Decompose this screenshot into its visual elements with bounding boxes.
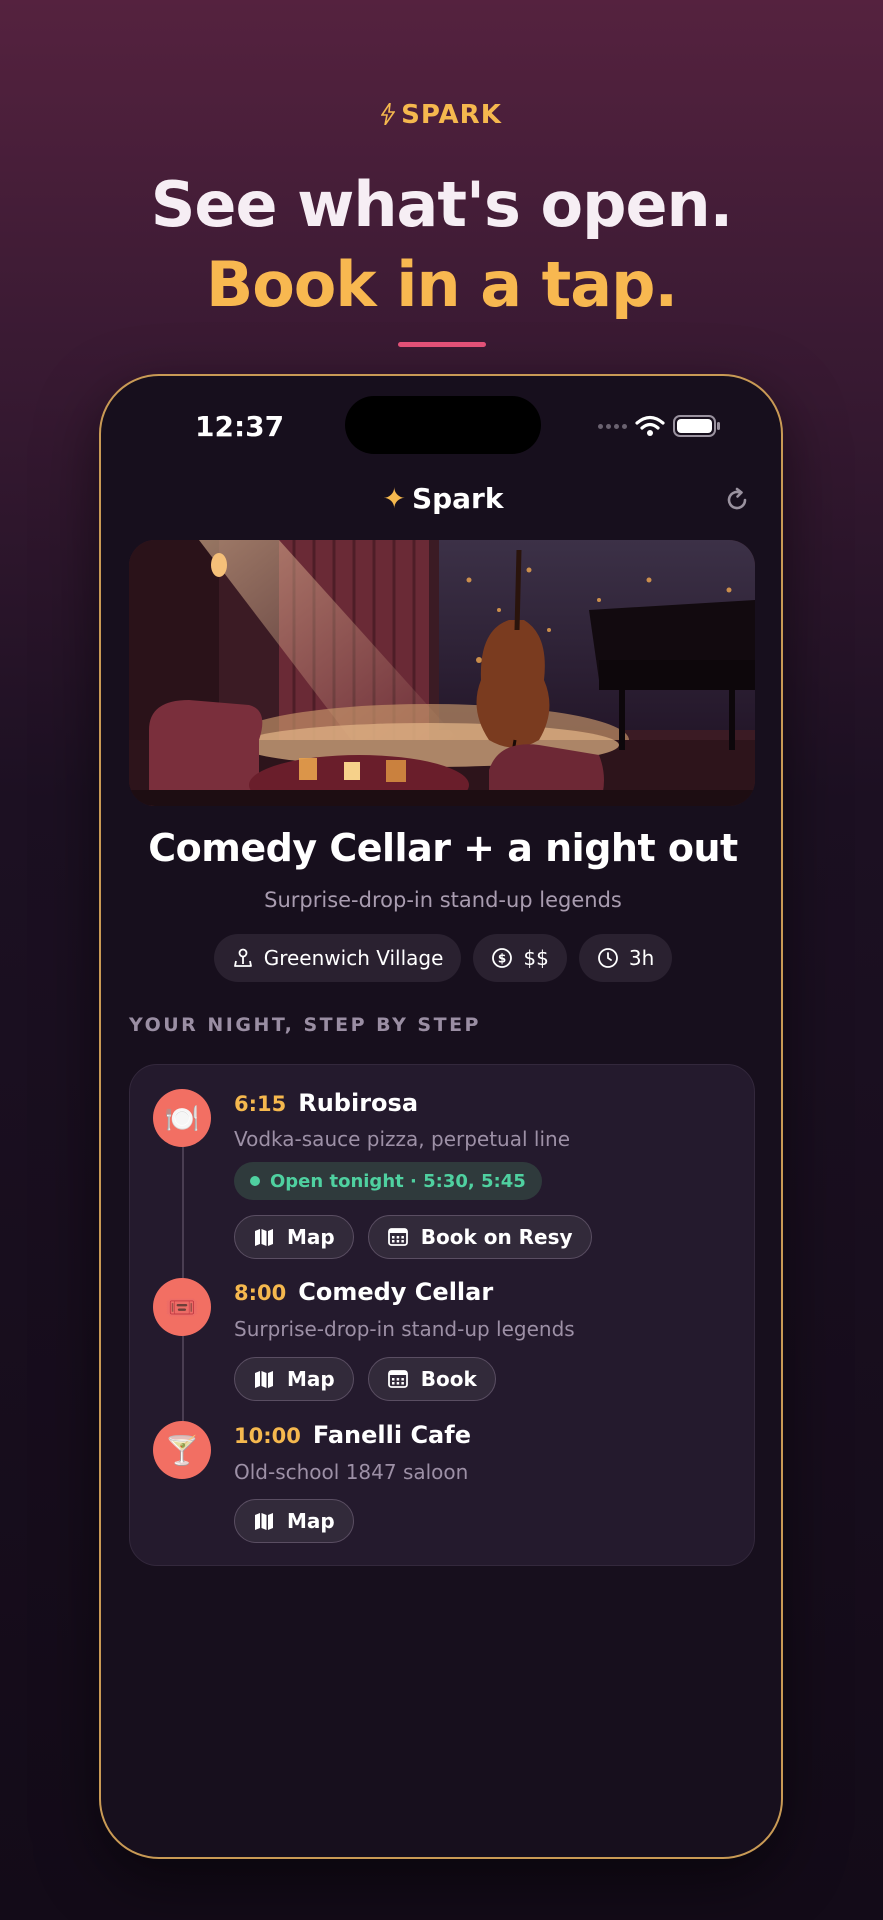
stop-header: 10:00 Fanelli Cafe: [234, 1421, 471, 1449]
calendar-icon: [387, 1370, 408, 1388]
app-name: Spark: [411, 482, 504, 515]
itinerary-card: 🍽️ 6:15 Rubirosa Vodka-sauce pizza, perp…: [129, 1064, 755, 1566]
map-label: Map: [287, 1225, 335, 1249]
map-label: Map: [287, 1509, 335, 1533]
hero-image: [129, 540, 755, 806]
headline-underline: [398, 342, 486, 347]
calendar-icon: [387, 1228, 408, 1246]
status-time: 12:37: [195, 410, 285, 443]
brand-text: SPARK: [401, 100, 502, 130]
stop-header: 8:00 Comedy Cellar: [234, 1278, 493, 1306]
chip-neighborhood[interactable]: Greenwich Village: [213, 934, 462, 982]
cocktail-icon: 🍸: [153, 1421, 211, 1479]
stop-time: 10:00: [234, 1424, 301, 1448]
map-button[interactable]: Map: [234, 1499, 354, 1543]
chip-price[interactable]: $ $$: [473, 934, 567, 982]
stop-name: Comedy Cellar: [298, 1278, 494, 1306]
sparkle-icon: ✦: [382, 482, 406, 515]
stop-time: 6:15: [234, 1092, 287, 1116]
phone-frame: 12:37 ✦ Spark Comedy Cellar + a night ou…: [99, 374, 783, 1859]
dynamic-island: [345, 396, 541, 454]
map-button[interactable]: Map: [234, 1215, 354, 1259]
feature-chips: Greenwich Village $ $$ 3h: [101, 934, 781, 982]
battery-icon: [673, 415, 720, 437]
status-dot-icon: [250, 1176, 260, 1186]
chip-label: $$: [523, 946, 549, 970]
stop-description: Old-school 1847 saloon: [234, 1460, 469, 1484]
book-on-resy-button[interactable]: Book on Resy: [367, 1215, 592, 1259]
stop-time: 8:00: [234, 1281, 287, 1305]
dollar-coin-icon: $: [492, 948, 513, 968]
app-header: ✦ Spark: [101, 482, 781, 515]
stop-description: Surprise-drop-in stand-up legends: [234, 1317, 575, 1341]
stop-actions: Map: [234, 1499, 354, 1543]
book-label: Book: [420, 1367, 477, 1391]
refresh-icon[interactable]: [723, 486, 751, 514]
chip-label: Greenwich Village: [263, 946, 444, 970]
map-button[interactable]: Map: [234, 1357, 354, 1401]
bolt-icon: [381, 103, 396, 125]
status-icons: [598, 414, 721, 438]
wifi-icon: [635, 415, 665, 436]
clock-icon: [597, 948, 618, 968]
stop-name: Rubirosa: [298, 1089, 419, 1117]
ticket-icon: 🎟️: [153, 1278, 211, 1336]
book-label: Book on Resy: [420, 1225, 573, 1249]
availability-text: Open tonight · 5:30, 5:45: [270, 1170, 526, 1192]
signal-icon: [598, 423, 627, 429]
map-icon: [255, 1513, 273, 1530]
stop-description: Vodka-sauce pizza, perpetual line: [234, 1127, 570, 1151]
plate-cutlery-icon: 🍽️: [153, 1089, 211, 1147]
section-label: YOUR NIGHT, STEP BY STEP: [129, 1014, 481, 1036]
headline-line-1: See what's open.: [150, 168, 733, 241]
stop-header: 6:15 Rubirosa: [234, 1089, 418, 1117]
location-pin-icon: [233, 948, 252, 967]
availability-badge[interactable]: Open tonight · 5:30, 5:45: [234, 1162, 542, 1200]
map-icon: [255, 1229, 273, 1246]
svg-text:$: $: [498, 952, 506, 966]
map-label: Map: [287, 1367, 335, 1391]
feature-subtitle: Surprise-drop-in stand-up legends: [264, 888, 622, 912]
brand-label: SPARK: [0, 100, 883, 130]
feature-title: Comedy Cellar + a night out: [148, 826, 738, 870]
map-icon: [255, 1371, 273, 1388]
stop-actions: Map Book: [234, 1357, 496, 1401]
chip-duration[interactable]: 3h: [578, 934, 673, 982]
headline-line-2: Book in a tap.: [205, 248, 678, 321]
stop-actions: Map Book on Resy: [234, 1215, 592, 1259]
book-button[interactable]: Book: [367, 1357, 496, 1401]
chip-label: 3h: [628, 946, 655, 970]
stop-name: Fanelli Cafe: [312, 1421, 471, 1449]
